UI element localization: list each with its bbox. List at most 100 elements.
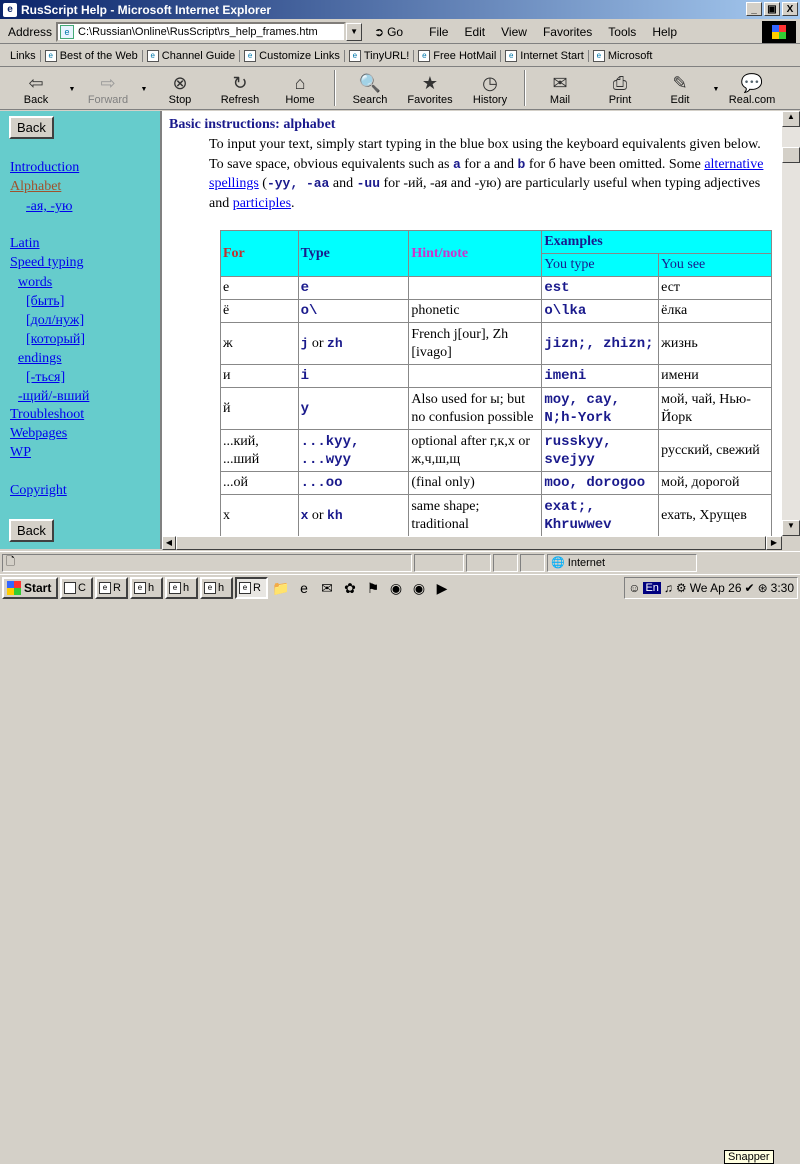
link-internet-start[interactable]: e Internet Start [500,49,588,62]
quick-launch-folder-icon[interactable]: 📁 [271,578,291,598]
history-button[interactable]: ◷ History [460,72,520,109]
search-button[interactable]: 🔍 Search [340,72,400,109]
quick-launch-app-icon[interactable]: ⚑ [363,578,383,598]
print-button[interactable]: ⎙ Print [590,72,650,109]
mail-button[interactable]: ✉ Mail [530,72,590,109]
scroll-left-button[interactable]: ◀ [162,536,176,550]
nav-alphabet[interactable]: Alphabet [10,179,61,195]
nav-speed-typing[interactable]: Speed typing [10,255,84,271]
link-tinyurl[interactable]: e TinyURL! [343,49,413,62]
quick-launch-firefox-icon[interactable]: ◉ [409,578,429,598]
close-button[interactable]: X [782,2,798,16]
windows-logo-icon [762,21,796,43]
back-dropdown[interactable]: ▼ [66,86,78,109]
quick-launch-firefox-icon[interactable]: ◉ [386,578,406,598]
task-label: h [148,581,155,594]
nav-words[interactable]: words [18,275,52,291]
forward-dropdown[interactable]: ▼ [138,86,150,109]
favorites-button[interactable]: ★ Favorites [400,72,460,109]
ie-app-icon[interactable]: e [3,2,17,17]
table-row: ж j or zh French j[our], Zh [ivago] jizn… [220,322,772,365]
menu-help[interactable]: Help [644,25,685,39]
history-label: History [472,94,508,106]
nav-byt[interactable]: [быть] [26,294,64,310]
address-dropdown-button[interactable]: ▼ [346,22,363,41]
tray-app-icon[interactable]: ⚙ [676,581,687,595]
vertical-scrollbar[interactable]: ▲ ▼ [782,111,800,536]
link-best-of-web[interactable]: e Best of the Web [39,49,142,62]
menu-favorites[interactable]: Favorites [535,25,600,39]
link-microsoft[interactable]: e Microsoft [587,49,657,62]
tray-app-icon[interactable]: ♫ [664,581,673,595]
task-button[interactable]: C [60,576,93,599]
cell-type: o\ [297,299,410,323]
edit-dropdown[interactable]: ▼ [710,86,722,109]
nav-troubleshoot[interactable]: Troubleshoot [10,407,84,423]
scroll-thumb[interactable] [782,147,800,163]
back-button[interactable]: ⇦ Back [6,72,66,109]
nav-kotory[interactable]: [который] [26,332,85,348]
home-button[interactable]: ⌂ Home [270,72,330,109]
horizontal-scroll-thumb[interactable] [176,536,766,550]
table-header-row: For Type Hint/note Examples [220,230,772,277]
menu-file[interactable]: File [421,25,456,39]
tray-app-icon[interactable]: ⊛ [758,581,768,595]
quick-launch-app-icon[interactable]: ✿ [340,578,360,598]
scroll-right-button[interactable]: ▶ [766,536,782,550]
tray-app-icon[interactable]: ✔ [745,581,755,595]
cell-hint [408,364,543,388]
task-button[interactable]: eh [165,576,198,599]
tray-clock[interactable]: 3:30 [771,581,794,595]
nav-wp[interactable]: WP [10,445,31,461]
realcom-button[interactable]: 💬 Real.com [722,72,782,109]
nav-back-button-bottom[interactable]: Back [9,519,54,542]
nav-shchiy[interactable]: -щий/-вший [18,389,89,405]
participles-link[interactable]: participles [233,196,291,211]
task-button-active[interactable]: eR [235,576,268,599]
nav-aya-yuyu[interactable]: -ая, -ую [26,199,72,215]
edit-button[interactable]: ✎ Edit [650,72,710,109]
cell-type: i [297,364,410,388]
language-indicator[interactable]: En [643,582,661,594]
task-button[interactable]: eh [130,576,163,599]
restore-button[interactable]: ▣ [764,2,780,16]
link-channel-guide[interactable]: e Channel Guide [141,49,239,62]
favorites-label: Favorites [407,94,453,106]
cell-you-see: ест [658,276,772,300]
tray-app-icon[interactable]: ☺ [628,581,640,595]
nav-back-button-top[interactable]: Back [9,116,54,139]
forward-button[interactable]: ⇨ Forward [78,72,138,109]
scroll-down-button[interactable]: ▼ [782,520,800,536]
real-speech-icon: 💬 [740,73,764,93]
nav-introduction[interactable]: Introduction [10,160,79,176]
nav-endings[interactable]: endings [18,351,62,367]
nav-copyright[interactable]: Copyright [10,483,67,499]
minimize-button[interactable]: _ [746,2,762,16]
nav-tsya[interactable]: [-ться] [26,370,65,386]
nav-dol-nuzh[interactable]: [дол/нуж] [26,313,84,329]
nav-latin[interactable]: Latin [10,236,40,252]
quick-launch-outlook-icon[interactable]: ✉ [317,578,337,598]
task-label: h [218,581,225,594]
scroll-up-button[interactable]: ▲ [782,111,800,127]
cell-you-see: имени [658,364,772,388]
task-button[interactable]: eR [95,576,128,599]
window-title-bar[interactable]: e RusScript Help - Microsoft Internet Ex… [0,0,800,19]
nav-webpages[interactable]: Webpages [10,426,67,442]
start-button[interactable]: Start [2,576,58,599]
quick-launch-ie-icon[interactable]: e [294,578,314,598]
link-free-hotmail[interactable]: e Free HotMail [413,49,500,62]
menu-view[interactable]: View [493,25,535,39]
task-button[interactable]: eh [200,576,233,599]
horizontal-scrollbar[interactable]: ◀ ▶ [162,536,782,550]
stop-button[interactable]: ⊗ Stop [150,72,210,109]
refresh-button[interactable]: ↻ Refresh [210,72,270,109]
menu-edit[interactable]: Edit [456,25,493,39]
address-input[interactable]: e C:\Russian\Online\RusScript\rs_help_fr… [56,21,347,42]
menu-bar: File Edit View Favorites Tools Help [421,25,685,39]
refresh-icon: ↻ [232,73,248,93]
link-customize-links[interactable]: e Customize Links [239,49,344,62]
menu-tools[interactable]: Tools [600,25,644,39]
quick-launch-app-icon[interactable]: ▶ [432,578,452,598]
go-button[interactable]: ➲ Go [370,25,407,39]
